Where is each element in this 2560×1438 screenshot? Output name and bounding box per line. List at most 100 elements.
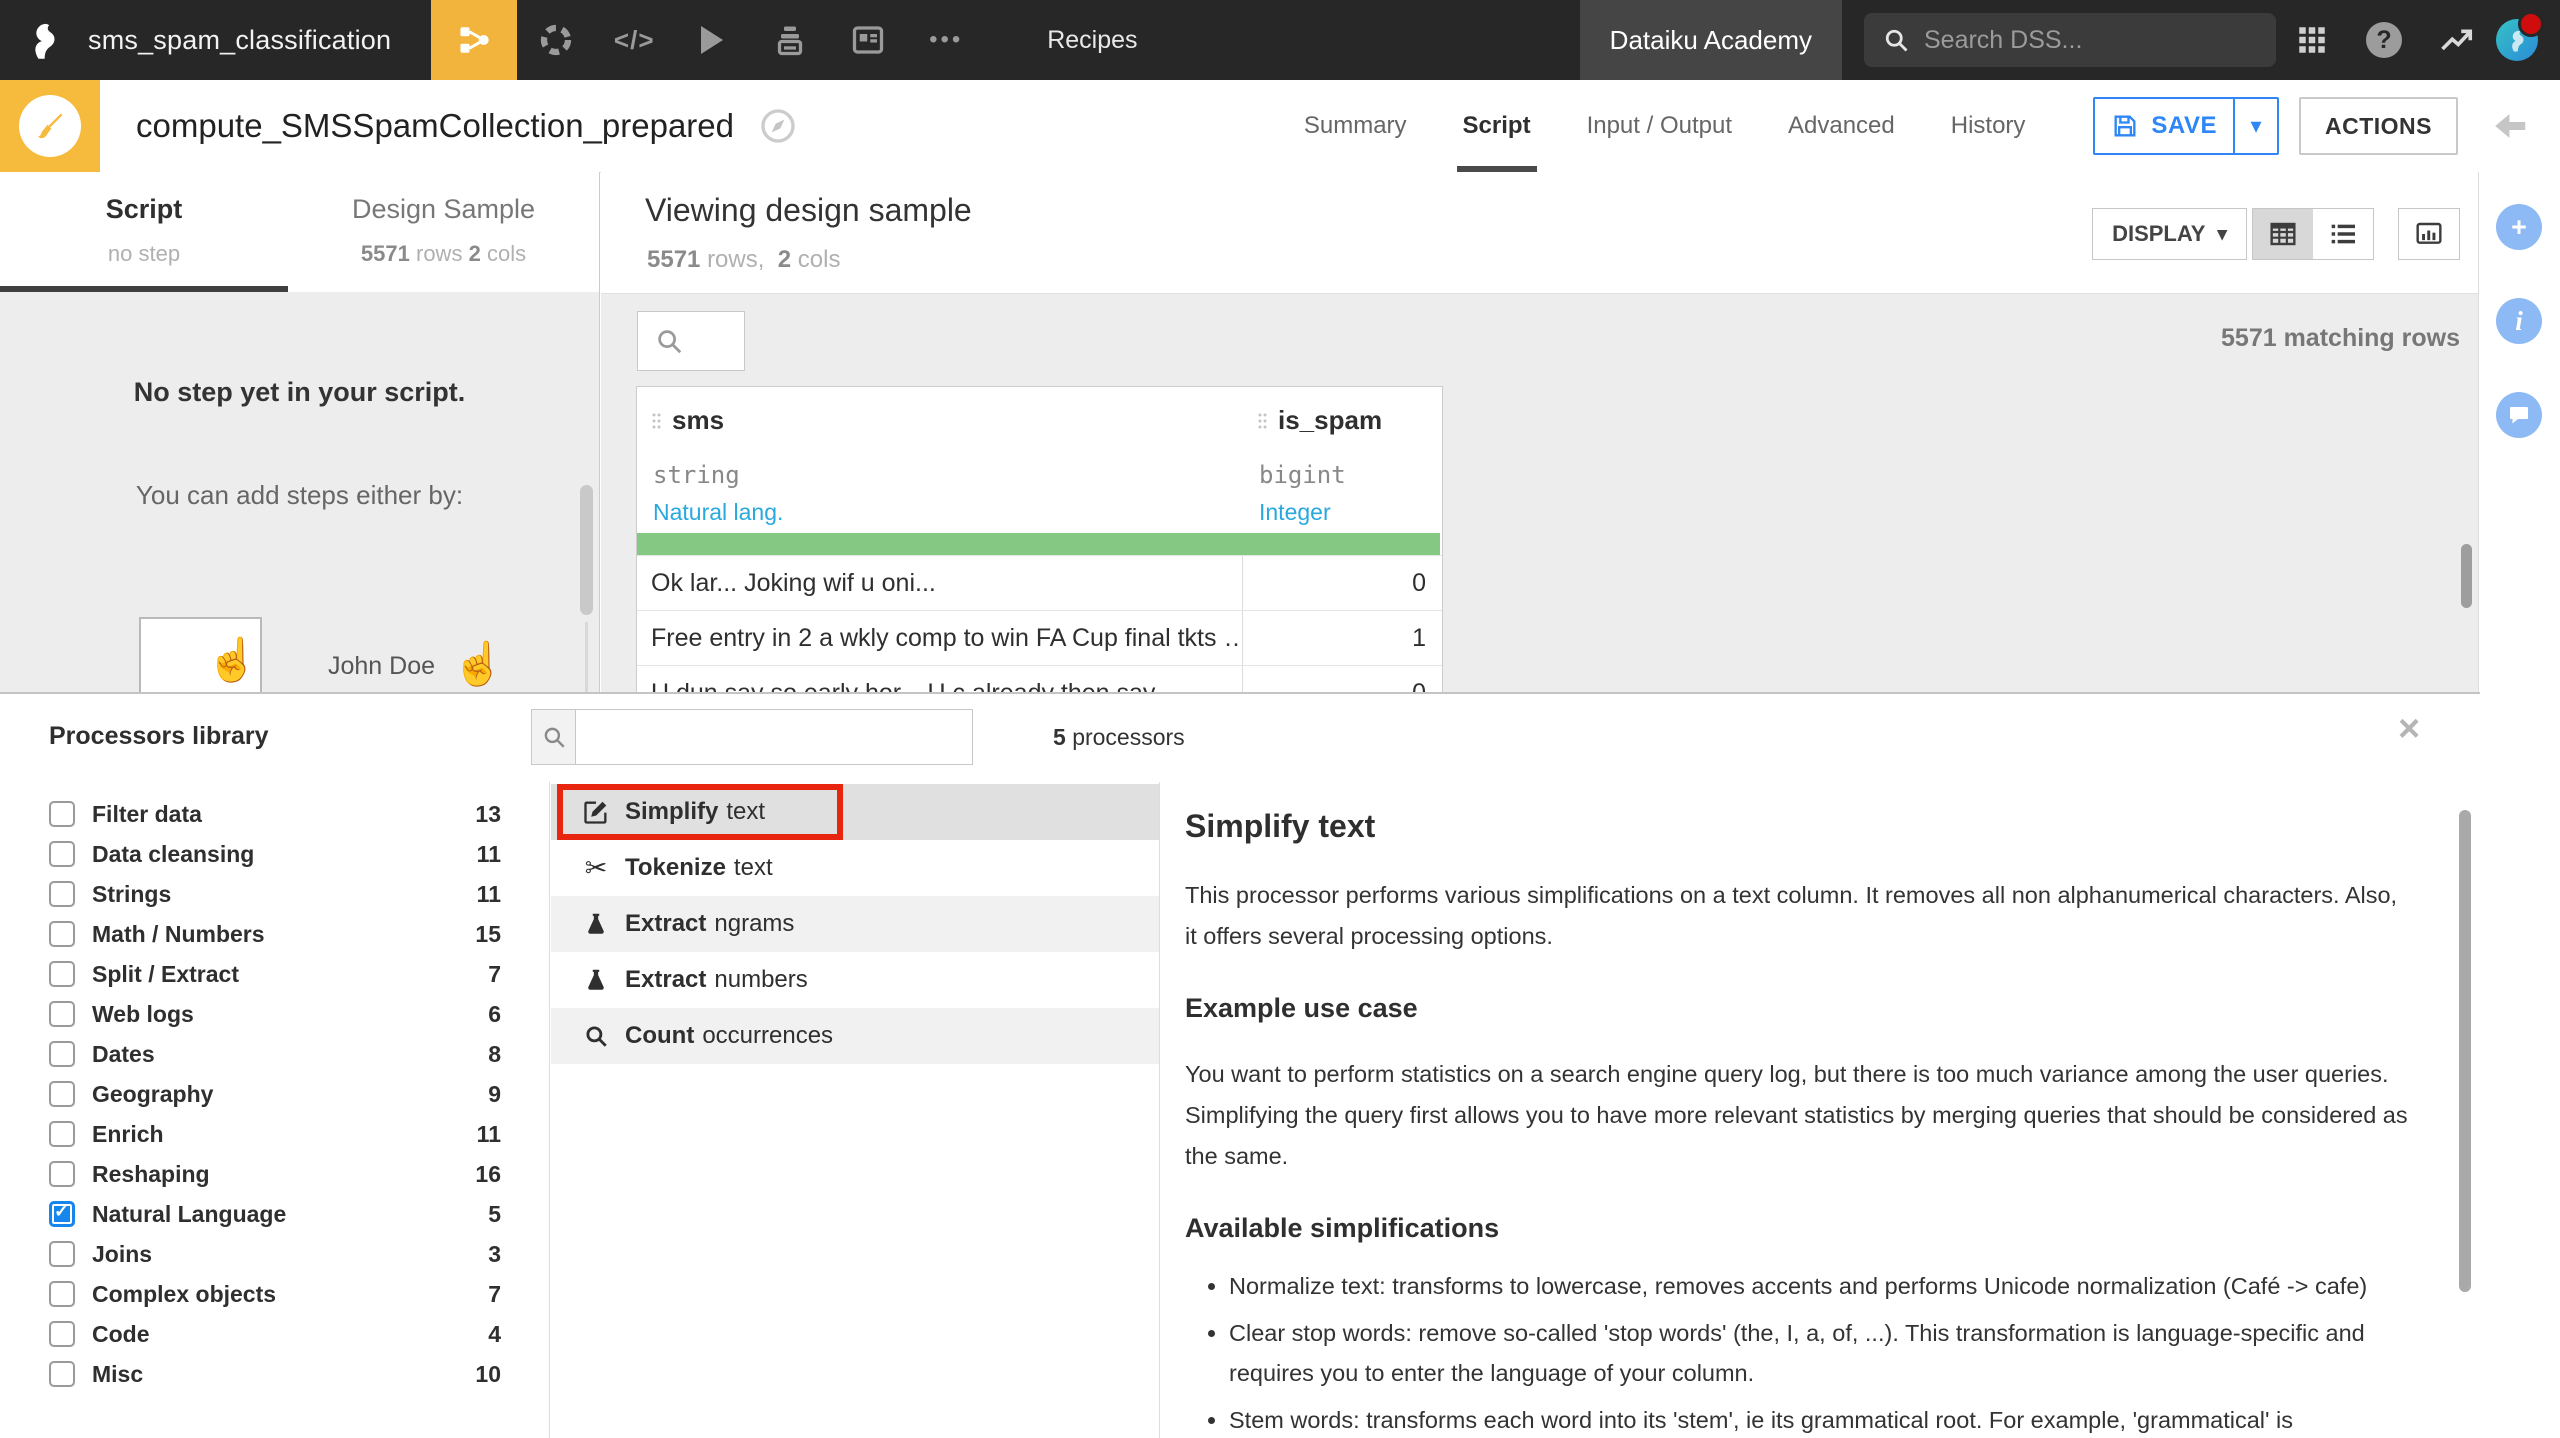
recipe-tab[interactable]: Input / Output: [1587, 80, 1732, 172]
checkbox[interactable]: [49, 1361, 75, 1387]
cell-is-spam[interactable]: 0: [1243, 666, 1440, 693]
chat-button[interactable]: [2496, 392, 2542, 438]
checkbox[interactable]: [49, 881, 75, 907]
cell-sms[interactable]: Free entry in 2 a wkly comp to win FA Cu…: [637, 611, 1243, 665]
category-row[interactable]: Dates 8: [0, 1034, 549, 1074]
processors-search-input[interactable]: [575, 709, 973, 765]
processor-name-secondary: text: [733, 854, 773, 881]
processor-item[interactable]: Simplify text: [551, 784, 1159, 840]
table-scrollbar[interactable]: [2461, 544, 2472, 608]
processor-item[interactable]: Extract ngrams: [551, 896, 1159, 952]
analyze-chart-button[interactable]: [2398, 208, 2460, 260]
recipe-tab[interactable]: History: [1951, 80, 2026, 172]
nav-stack[interactable]: [751, 0, 829, 80]
info-button[interactable]: [2496, 298, 2542, 344]
nav-jobs[interactable]: [673, 0, 751, 80]
recipe-tab[interactable]: Script: [1456, 80, 1537, 172]
category-row[interactable]: Math / Numbers 15: [0, 914, 549, 954]
category-row[interactable]: Misc 10: [0, 1354, 549, 1394]
checkbox[interactable]: [49, 1001, 75, 1027]
category-row[interactable]: Split / Extract 7: [0, 954, 549, 994]
dataiku-logo[interactable]: [0, 0, 88, 80]
environment-label[interactable]: Dataiku Academy: [1579, 0, 1842, 80]
checkbox[interactable]: [49, 1201, 75, 1227]
cell-is-spam[interactable]: 0: [1243, 556, 1440, 610]
processor-item[interactable]: Tokenize text: [551, 840, 1159, 896]
processor-item[interactable]: Count occurrences: [551, 1008, 1159, 1064]
save-main[interactable]: SAVE: [2095, 112, 2233, 140]
category-row[interactable]: Natural Language 5: [0, 1194, 549, 1234]
save-button[interactable]: SAVE: [2093, 97, 2279, 155]
processor-item[interactable]: Extract numbers: [551, 952, 1159, 1008]
column-name[interactable]: is_spam: [1257, 405, 1382, 436]
monitoring-button[interactable]: [2420, 22, 2492, 58]
column-name[interactable]: sms: [651, 405, 724, 436]
save-dropdown-button[interactable]: [2233, 99, 2277, 153]
table-row[interactable]: Ok lar... Joking wif u oni... 0: [637, 555, 1442, 610]
category-row[interactable]: Web logs 6: [0, 994, 549, 1034]
chart-icon: [2416, 222, 2442, 244]
recipe-tab[interactable]: Advanced: [1788, 80, 1895, 172]
help-button[interactable]: [2348, 22, 2420, 58]
detail-scrollbar[interactable]: [2459, 810, 2471, 1292]
category-row[interactable]: Code 4: [0, 1314, 549, 1354]
checkbox[interactable]: [49, 841, 75, 867]
table-view-button[interactable]: [2253, 209, 2313, 259]
checkbox[interactable]: [49, 801, 75, 827]
table-search-box[interactable]: [637, 311, 745, 371]
column-meaning-link[interactable]: Integer: [1259, 499, 1331, 526]
nav-dashboards[interactable]: [829, 0, 907, 80]
detail-bullet: Normalize text: transforms to lowercase,…: [1229, 1266, 2410, 1306]
checkbox[interactable]: [49, 1321, 75, 1347]
tab-design-sample[interactable]: Design Sample 5571 rows 2 cols: [288, 172, 599, 292]
category-row[interactable]: Filter data 13: [0, 794, 549, 834]
category-row[interactable]: Complex objects 7: [0, 1274, 549, 1314]
category-row[interactable]: Data cleansing 11: [0, 834, 549, 874]
checkbox[interactable]: [49, 1241, 75, 1267]
checkbox[interactable]: [49, 1081, 75, 1107]
column-header[interactable]: sms string Natural lang.: [637, 387, 1243, 555]
category-row[interactable]: Enrich 11: [0, 1114, 549, 1154]
checkbox[interactable]: [49, 1121, 75, 1147]
arrow-left-icon: [2495, 114, 2526, 138]
category-row[interactable]: Joins 3: [0, 1234, 549, 1274]
cell-sms[interactable]: Ok lar... Joking wif u oni...: [637, 556, 1243, 610]
recipe-tab[interactable]: Summary: [1304, 80, 1407, 172]
script-panel-scrollbar[interactable]: [580, 485, 593, 615]
checkbox[interactable]: [49, 961, 75, 987]
checkbox[interactable]: [49, 1281, 75, 1307]
processors-library-panel: Processors library 5 processors × Filter…: [0, 692, 2480, 1438]
category-row[interactable]: Strings 11: [0, 874, 549, 914]
nav-flow[interactable]: [431, 0, 518, 80]
user-avatar[interactable]: [2496, 11, 2544, 61]
close-panel-button[interactable]: [2398, 710, 2420, 748]
collapse-panel-button[interactable]: [2492, 107, 2530, 145]
list-view-button[interactable]: [2313, 209, 2373, 259]
checkbox[interactable]: [49, 1161, 75, 1187]
column-header[interactable]: is_spam bigint Integer: [1243, 387, 1440, 555]
nav-notebooks[interactable]: [595, 0, 673, 80]
category-count: 8: [488, 1040, 501, 1067]
nav-more[interactable]: [907, 0, 985, 80]
table-row[interactable]: U dun say so early hor... U c already th…: [637, 665, 1442, 692]
project-name[interactable]: sms_spam_classification: [88, 25, 391, 56]
compass-icon: [761, 109, 795, 143]
table-row[interactable]: Free entry in 2 a wkly comp to win FA Cu…: [637, 610, 1442, 665]
cell-is-spam[interactable]: 1: [1243, 611, 1440, 665]
tab-script[interactable]: Script no step: [0, 172, 288, 292]
apps-button[interactable]: [2276, 23, 2348, 57]
data-table: sms string Natural lang. is_spam bigint …: [636, 386, 1443, 692]
global-search[interactable]: Search DSS...: [1864, 13, 2276, 67]
category-row[interactable]: Reshaping 16: [0, 1154, 549, 1194]
category-count: 9: [488, 1080, 501, 1107]
checkbox[interactable]: [49, 1041, 75, 1067]
navigator-button[interactable]: [758, 106, 798, 146]
category-row[interactable]: Geography 9: [0, 1074, 549, 1114]
display-dropdown[interactable]: DISPLAY: [2092, 208, 2247, 260]
checkbox[interactable]: [49, 921, 75, 947]
add-button[interactable]: [2496, 204, 2542, 250]
cell-sms[interactable]: U dun say so early hor... U c already th…: [637, 666, 1243, 692]
actions-button[interactable]: ACTIONS: [2299, 97, 2458, 155]
nav-lab[interactable]: [517, 0, 595, 80]
column-meaning-link[interactable]: Natural lang.: [653, 499, 783, 526]
